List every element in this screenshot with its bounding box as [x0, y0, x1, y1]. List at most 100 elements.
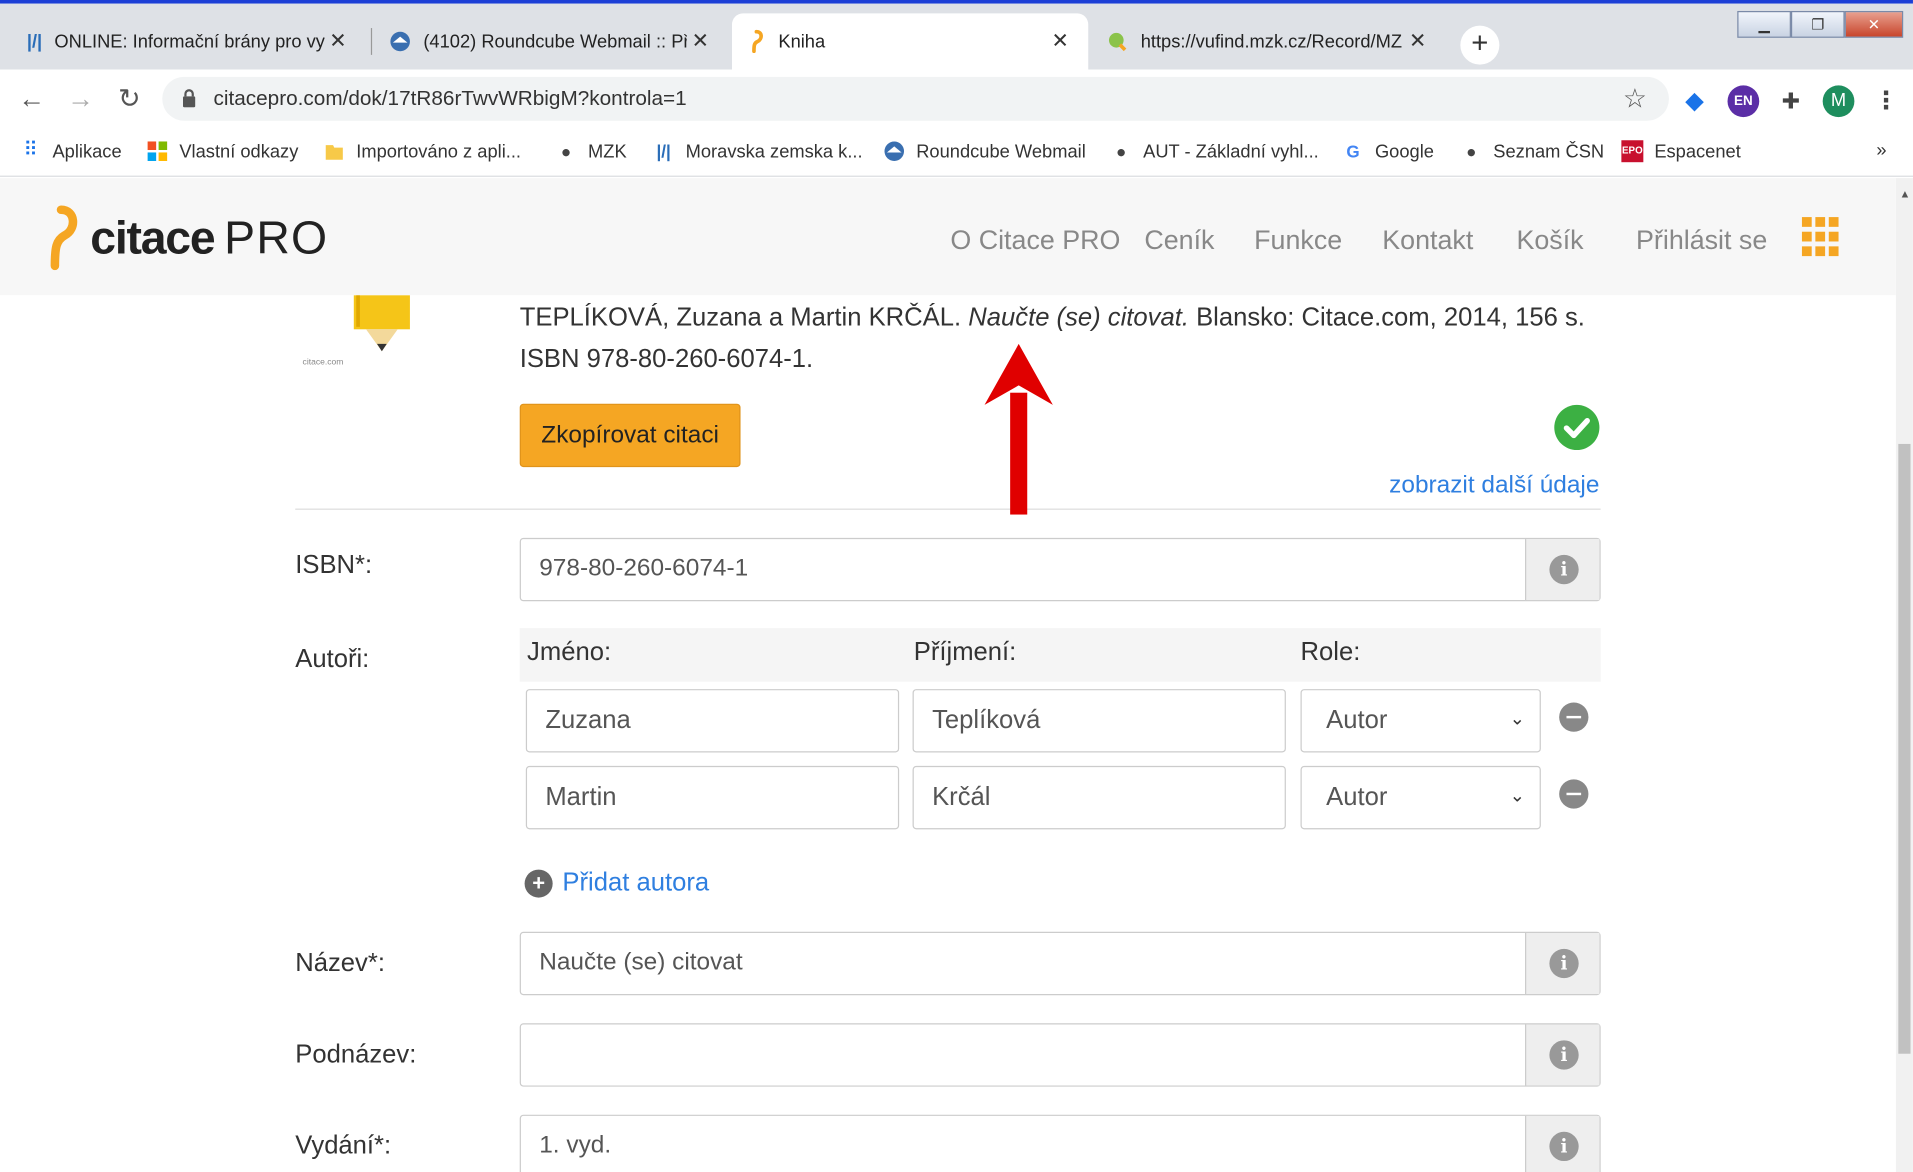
isbn-label: ISBN*:: [295, 551, 373, 580]
epo-icon: EPO: [1621, 140, 1644, 163]
isbn-input[interactable]: 978-80-260-6074-1 i: [519, 537, 1601, 602]
browser-toolbar: ← → ↻ citacepro.com/dok/17tR86rTwvWRbigM…: [0, 69, 1913, 129]
copy-citation-button[interactable]: Zkopírovat citaci: [519, 403, 741, 468]
screen: |/| ONLINE: Informační brány pro vy ✕ (4…: [0, 0, 1913, 1172]
bookmark-aut[interactable]: ● AUT - Základní vyhl...: [1110, 140, 1319, 162]
divider: [295, 508, 1601, 510]
bookmark-seznam-csn[interactable]: ● Seznam ČSN: [1460, 140, 1604, 162]
nav-funkce[interactable]: Funkce: [1254, 224, 1342, 256]
edition-input[interactable]: 1. vyd. i: [519, 1114, 1601, 1172]
close-window-button[interactable]: ✕: [1844, 10, 1904, 38]
info-icon: i: [1549, 948, 1579, 979]
google-icon: G: [1346, 141, 1360, 161]
tab-title: https://vufind.mzk.cz/Record/MZ: [1140, 31, 1403, 52]
globe-icon: ●: [560, 141, 572, 161]
address-bar[interactable]: citacepro.com/dok/17tR86rTwvWRbigM?kontr…: [162, 76, 1669, 121]
citace-pro-logo[interactable]: citace PRO: [44, 205, 328, 273]
author-2-first-name-input[interactable]: Martin: [525, 765, 900, 830]
maximize-button[interactable]: ❐: [1790, 10, 1845, 38]
close-tab-icon[interactable]: ✕: [1404, 29, 1431, 53]
citation-authors: TEPLÍKOVÁ, Zuzana a Martin KRČÁL.: [519, 303, 962, 332]
author-1-role-select[interactable]: Autor ⌄: [1300, 689, 1541, 753]
bookmark-google[interactable]: G Google: [1342, 140, 1434, 162]
tab-informacni-brany[interactable]: |/| ONLINE: Informační brány pro vy ✕: [12, 13, 366, 69]
new-tab-button[interactable]: +: [1460, 25, 1500, 65]
vertical-scrollbar[interactable]: ▲: [1895, 178, 1913, 1172]
remove-author-1-button[interactable]: [1559, 702, 1589, 732]
author-2-last-name-input[interactable]: Krčál: [912, 765, 1286, 830]
author-2-role-select[interactable]: Autor ⌄: [1300, 765, 1541, 830]
remove-author-2-button[interactable]: [1559, 779, 1589, 809]
info-icon: i: [1549, 1040, 1579, 1070]
role-column-header: Role:: [1300, 637, 1361, 666]
tab-vufind[interactable]: https://vufind.mzk.cz/Record/MZ ✕: [1092, 13, 1446, 69]
reload-button[interactable]: ↻: [110, 79, 149, 118]
extension-en-icon[interactable]: EN: [1727, 85, 1760, 118]
last-name-column-header: Příjmení:: [913, 637, 1017, 666]
select-value: Autor: [1326, 782, 1388, 812]
bookmark-importovano[interactable]: Importováno z apli...: [323, 140, 521, 162]
title-value: Naučte (se) citovat: [539, 948, 743, 976]
add-author-button[interactable]: + Přidat autora: [524, 868, 709, 898]
tab-bar: |/| ONLINE: Informační brány pro vy ✕ (4…: [0, 3, 1913, 70]
author-1-first-name-input[interactable]: Zuzana: [525, 689, 900, 753]
bookmark-label: Google: [1374, 140, 1434, 162]
nav-prihlasit-se[interactable]: Přihlásit se: [1636, 224, 1767, 256]
extension-cap-icon[interactable]: ◆: [1679, 85, 1711, 117]
isbn-info-addon[interactable]: i: [1525, 539, 1600, 601]
nav-kontakt[interactable]: Kontakt: [1382, 224, 1473, 256]
citace-logo-icon: [50, 205, 78, 271]
author-1-last-name-input[interactable]: Teplíková: [912, 689, 1286, 753]
minimize-button[interactable]: ▁: [1737, 10, 1791, 38]
vufind-icon: [1108, 32, 1127, 52]
windows-icon: [147, 141, 168, 161]
citation-title: Naučte (se) citovat.: [968, 303, 1189, 332]
bookmark-label: Espacenet: [1654, 140, 1741, 162]
subtitle-input[interactable]: i: [519, 1023, 1601, 1087]
show-more-details-link[interactable]: zobrazit další údaje: [1389, 472, 1599, 500]
bookmark-label: Aplikace: [52, 140, 122, 162]
profile-avatar[interactable]: M: [1822, 85, 1855, 118]
bookmark-star-icon[interactable]: ☆: [1623, 83, 1647, 115]
nav-kosik[interactable]: Košík: [1516, 224, 1583, 256]
close-tab-icon[interactable]: ✕: [687, 29, 714, 53]
tab-title: Kniha: [778, 31, 826, 52]
title-info-addon[interactable]: i: [1525, 932, 1600, 994]
back-button[interactable]: ←: [12, 79, 51, 118]
scroll-up-arrow-icon[interactable]: ▲: [1900, 188, 1911, 200]
bookmark-mzk[interactable]: ● MZK: [555, 140, 627, 162]
apps-grid-icon: ⠿: [23, 140, 38, 161]
menu-kebab-icon[interactable]: ⋮: [1870, 85, 1902, 117]
tab-title: (4102) Roundcube Webmail :: Pří: [423, 31, 687, 52]
bookmark-moravska[interactable]: |/| Moravska zemska k...: [653, 140, 863, 162]
input-value: Zuzana: [545, 706, 631, 735]
url-text: citacepro.com/dok/17tR86rTwvWRbigM?kontr…: [213, 86, 687, 110]
close-tab-icon[interactable]: ✕: [1047, 29, 1074, 53]
title-input[interactable]: Naučte (se) citovat i: [519, 931, 1601, 996]
close-tab-icon[interactable]: ✕: [325, 29, 352, 53]
bookmark-roundcube[interactable]: Roundcube Webmail: [883, 140, 1086, 162]
bookmark-vlastni-odkazy[interactable]: Vlastní odkazy: [146, 140, 298, 162]
moravian-library-icon: |/|: [656, 141, 671, 161]
scrollbar-thumb[interactable]: [1898, 443, 1911, 1054]
moravian-library-icon: |/|: [26, 31, 43, 52]
globe-icon: ●: [1116, 141, 1127, 161]
subtitle-info-addon[interactable]: i: [1525, 1024, 1600, 1086]
bookmark-aplikace[interactable]: ⠿ Aplikace: [20, 140, 122, 162]
logo-text-citace: citace: [90, 212, 215, 265]
extensions-puzzle-icon[interactable]: ✚: [1775, 85, 1807, 117]
nav-cenik[interactable]: Ceník: [1144, 224, 1214, 256]
site-header: citace PRO O Citace PRO Ceník Funkce Kon…: [0, 178, 1896, 296]
edition-info-addon[interactable]: i: [1525, 1115, 1600, 1172]
authors-label: Autoři:: [295, 645, 370, 674]
tab-roundcube[interactable]: (4102) Roundcube Webmail :: Pří ✕: [375, 13, 729, 69]
edition-label: Vydání*:: [295, 1131, 392, 1160]
apps-grid-icon[interactable]: [1801, 217, 1839, 258]
tab-kniha[interactable]: Kniha ✕: [732, 13, 1089, 70]
thumb-label: citace.com: [302, 358, 344, 368]
forward-button[interactable]: →: [61, 79, 100, 118]
bookmark-espacenet[interactable]: EPO Espacenet: [1621, 140, 1741, 163]
nav-o-citace-pro[interactable]: O Citace PRO: [950, 224, 1120, 256]
bookmark-label: Seznam ČSN: [1493, 140, 1605, 162]
bookmarks-overflow-button[interactable]: »: [1876, 140, 1886, 161]
